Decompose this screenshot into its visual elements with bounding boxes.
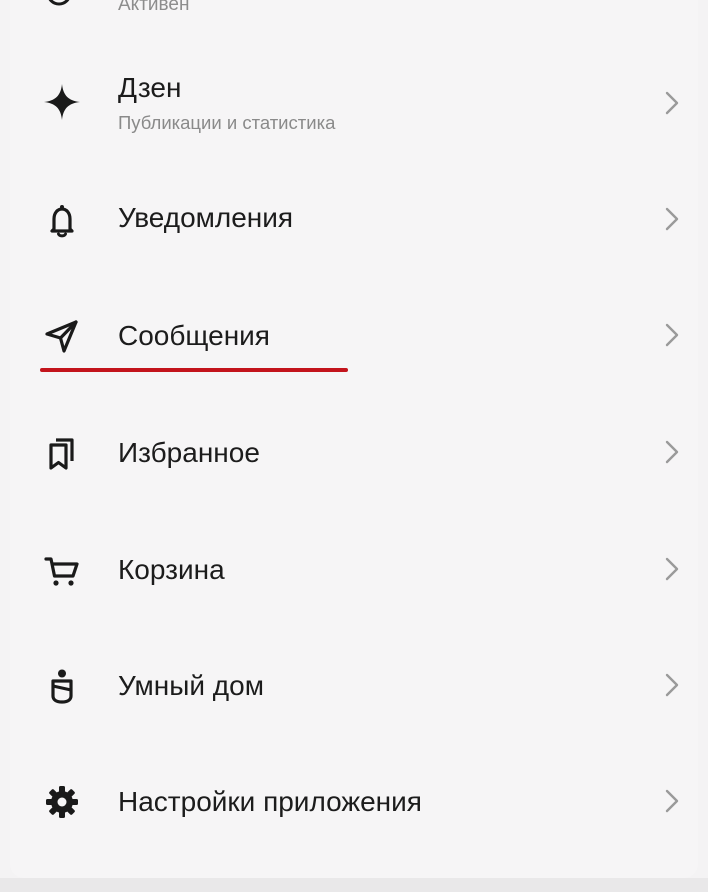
account-icon [48, 0, 70, 6]
chevron-right-icon [665, 673, 679, 697]
bookmarks-icon [40, 431, 84, 475]
menu-item-label: Дзен [118, 72, 182, 103]
menu-item-label: Настройки приложения [118, 786, 422, 817]
menu-item-dzen[interactable]: Дзен Публикации и статистика [0, 46, 708, 156]
menu-item-label: Уведомления [118, 202, 294, 233]
bell-icon [40, 198, 84, 242]
menu-item-messages[interactable]: Сообщения [0, 280, 708, 390]
menu-item-smart-home[interactable]: Умный дом [0, 630, 708, 740]
menu-item-label: Сообщения [118, 320, 270, 351]
menu-item-app-settings[interactable]: Настройки приложения [0, 746, 708, 856]
sparkle-icon [40, 80, 84, 124]
chevron-right-icon [665, 789, 679, 813]
menu-item-cart[interactable]: Корзина [0, 514, 708, 624]
highlight-underline [40, 368, 348, 372]
chevron-right-icon [665, 557, 679, 581]
menu-screen: Активен Дзен Публикации и статистика Уве… [0, 0, 708, 892]
smart-home-icon [40, 664, 84, 708]
menu-item-label: Умный дом [118, 670, 264, 701]
bottom-edge [0, 878, 708, 892]
chevron-right-icon [665, 323, 679, 347]
menu-item-subtitle: Публикации и статистика [118, 112, 336, 133]
account-status: Активен [118, 0, 190, 15]
cart-icon [40, 548, 84, 592]
menu-item-label: Избранное [118, 437, 260, 468]
chevron-right-icon [665, 207, 679, 231]
menu-item-label: Корзина [118, 554, 225, 585]
gear-icon [40, 780, 84, 824]
menu-item-notifications[interactable]: Уведомления [0, 164, 708, 274]
menu-item-favorites[interactable]: Избранное [0, 397, 708, 507]
send-icon [40, 314, 84, 358]
chevron-right-icon [665, 91, 679, 115]
chevron-right-icon [665, 440, 679, 464]
